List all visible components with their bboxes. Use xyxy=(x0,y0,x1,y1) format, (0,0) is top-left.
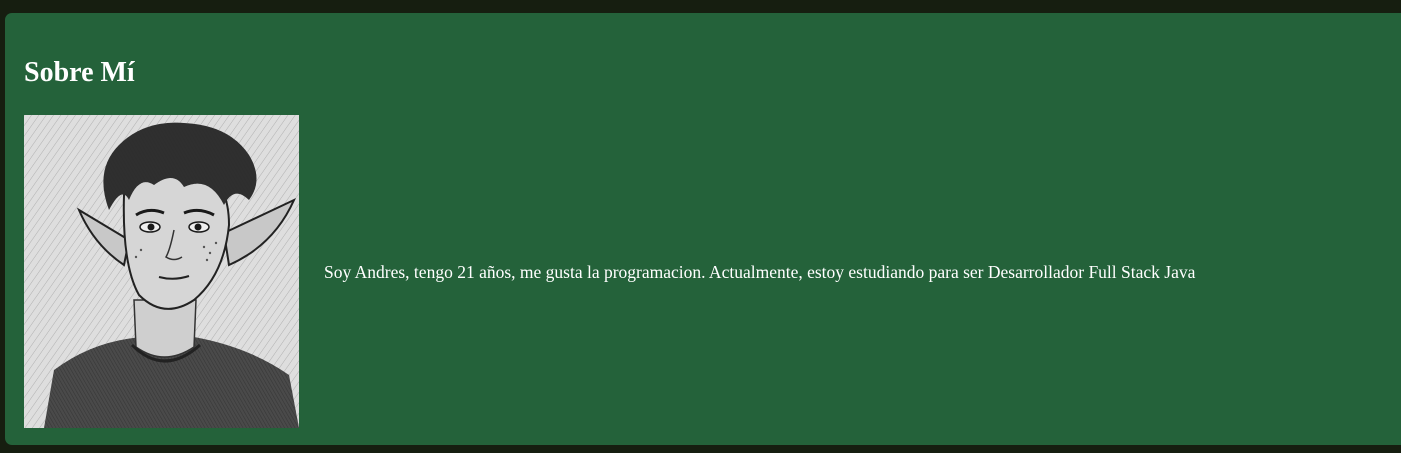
bio-text: Soy Andres, tengo 21 años, me gusta la p… xyxy=(324,262,1196,282)
about-section: Sobre Mí Soy Andres, tengo 21 años, me g… xyxy=(5,13,1401,445)
section-title: Sobre Mí xyxy=(24,57,135,88)
profile-portrait xyxy=(24,115,299,428)
